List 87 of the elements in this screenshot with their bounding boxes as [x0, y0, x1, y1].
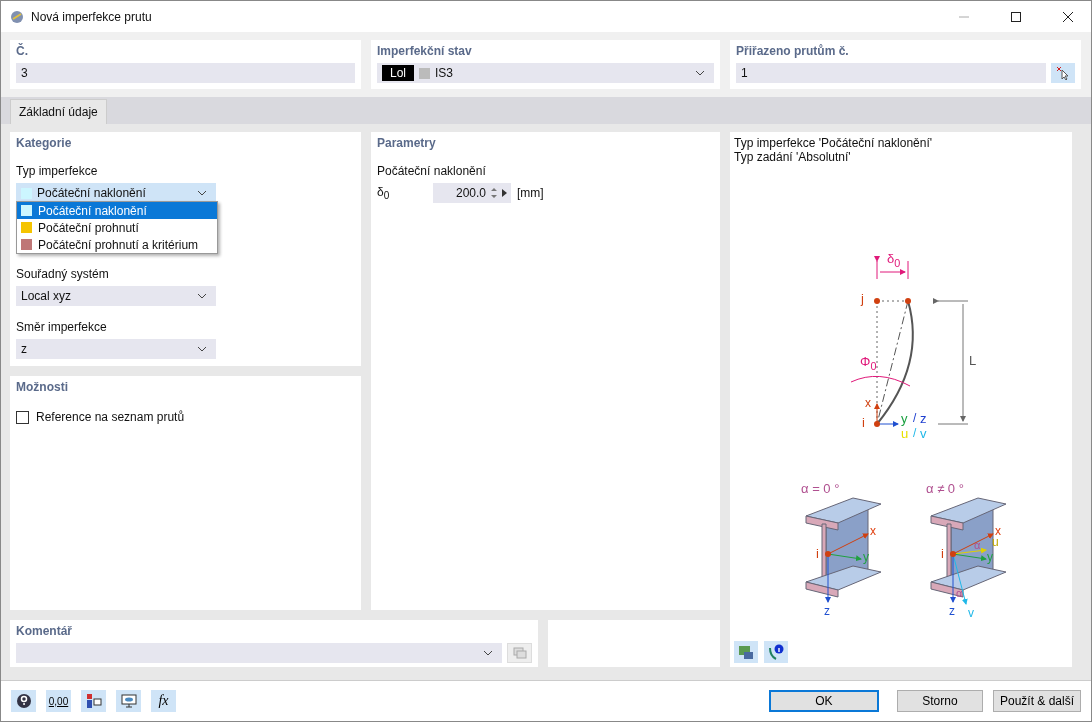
panel-title: Imperfekční stav — [377, 44, 473, 58]
maximize-icon[interactable] — [1010, 10, 1022, 23]
panel-title: Parametry — [377, 136, 437, 150]
comment-field[interactable] — [16, 643, 502, 663]
info-icon — [768, 644, 784, 660]
diagram-label: α ≠ 0 ° — [926, 482, 964, 495]
color-swatch — [419, 67, 430, 79]
diagram-label: y — [987, 551, 993, 563]
diagram-label: i — [816, 547, 819, 560]
toolbar-button[interactable] — [81, 690, 106, 712]
diagram-label: α — [974, 540, 981, 551]
panel-title: Přiřazeno prutům č. — [736, 44, 850, 58]
diagram-label: α — [956, 588, 963, 599]
checkbox-label: Reference na seznam prutů — [36, 410, 185, 424]
field-label: Souřadný systém — [16, 267, 110, 281]
diagram-label: x — [870, 525, 876, 537]
panel-title: Komentář — [16, 624, 73, 638]
panel-title: Kategorie — [16, 136, 73, 150]
dropdown-option[interactable]: Počáteční naklonění — [17, 202, 217, 219]
case-dropdown[interactable]: Lol IS3 — [377, 63, 714, 83]
info-button[interactable] — [764, 641, 788, 663]
chevron-icon — [483, 650, 493, 656]
field-label: Typ imperfekce — [16, 164, 99, 178]
diagram-label: z — [920, 412, 927, 425]
case-value: IS3 — [435, 66, 454, 80]
diagram-label: j — [861, 292, 864, 305]
toolbar-button[interactable] — [11, 690, 36, 712]
group-label: Počáteční naklonění — [377, 164, 487, 178]
dialog-button[interactable]: Storno — [896, 690, 983, 712]
diagram-label: z — [949, 605, 955, 617]
description-text: Typ imperfekce 'Počáteční naklonění' — [734, 136, 934, 150]
tab[interactable]: Základní údaje — [10, 99, 107, 124]
coordinate-dropdown[interactable]: Local xyz — [16, 286, 216, 306]
help-icon — [15, 693, 32, 709]
direction-dropdown[interactable]: z — [16, 339, 216, 359]
image-button[interactable] — [734, 641, 758, 663]
field-label: Směr imperfekce — [16, 320, 108, 334]
diagram-label: y — [901, 412, 908, 425]
value-spinner[interactable]: 200.0 — [433, 183, 511, 203]
display-icon — [85, 693, 102, 709]
dropdown-option[interactable]: Počáteční prohnutí — [17, 219, 217, 236]
play-icon — [502, 189, 507, 197]
chevron-icon — [197, 190, 207, 196]
members-field[interactable]: 1 — [736, 63, 1046, 83]
diagram-label: α = 0 ° — [801, 482, 840, 495]
type-dropdown[interactable]: Počáteční naklonění — [16, 183, 216, 203]
close-icon[interactable] — [1062, 10, 1074, 23]
diagram-label: v — [968, 607, 974, 619]
number-field[interactable]: 3 — [16, 63, 355, 83]
diagram-label: i — [941, 547, 944, 560]
dialog-button[interactable]: OK — [768, 690, 879, 712]
chevron-icon — [197, 293, 207, 299]
diagram-label: u — [992, 536, 999, 548]
toolbar-button[interactable]: fx — [151, 690, 176, 712]
panel-title: Možnosti — [16, 380, 69, 394]
diagram-label: x — [865, 397, 871, 409]
diagram-label: / — [913, 427, 917, 439]
pick-button[interactable] — [1051, 63, 1075, 83]
diagram-label: y — [863, 551, 869, 563]
diagram-label: v — [920, 427, 927, 440]
case-badge: Lol — [382, 65, 414, 81]
diagram-label: x — [995, 525, 1001, 537]
monitor-icon — [120, 693, 137, 709]
chevron-icon — [197, 346, 207, 352]
dropdown-option[interactable]: Počáteční prohnutí a kritérium — [17, 236, 217, 253]
picture-icon — [738, 644, 754, 660]
diagram-label: u — [901, 427, 909, 440]
type-value: Počáteční naklonění — [37, 186, 146, 200]
diagram-label: z — [824, 605, 830, 617]
description-text: Typ zadání 'Absolutní' — [734, 150, 852, 164]
toolbar-button[interactable]: 0,00 — [46, 690, 71, 712]
spin-arrows-icon — [491, 187, 497, 199]
checkbox[interactable] — [16, 410, 29, 424]
windows-icon — [512, 647, 527, 659]
diagram-label: / — [913, 412, 917, 424]
window-title: Nová imperfekce prutu — [31, 9, 152, 24]
diagram-label: L — [969, 354, 977, 367]
diagram-label: δ$_{0}$ — [887, 252, 901, 269]
diagram-label: i — [862, 416, 865, 429]
chevron-icon — [695, 70, 705, 76]
unit-label: [mm] — [517, 186, 544, 200]
panel-title: Č. — [16, 44, 29, 58]
dialog-button[interactable]: Použít & další — [992, 690, 1081, 712]
cursor-icon — [1056, 66, 1070, 80]
parameter-symbol: δ$_{0}$ — [377, 184, 391, 202]
diagram-label: Φ$_{0}$ — [860, 355, 877, 372]
app-icon — [9, 8, 25, 25]
